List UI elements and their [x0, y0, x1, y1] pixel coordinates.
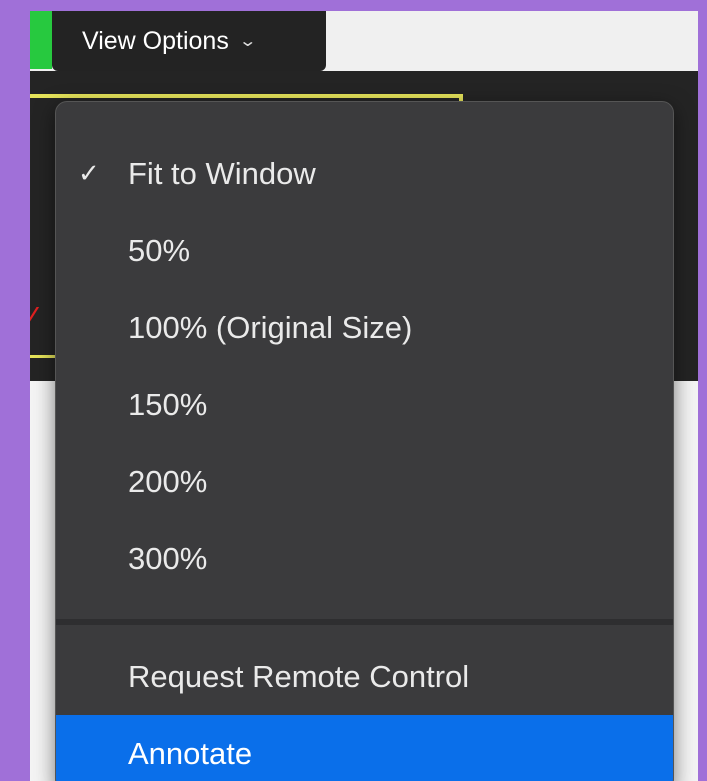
checkmark-icon: ✓: [78, 158, 100, 188]
menu-separator: [56, 619, 673, 625]
view-options-label: View Options: [82, 26, 229, 55]
view-options-menu: ✓ Fit to Window 50% 100% (Original Size)…: [55, 101, 674, 781]
menu-item-label: Annotate: [128, 735, 253, 771]
share-border-top: [30, 94, 463, 98]
menu-item-annotate[interactable]: Annotate: [56, 715, 673, 781]
menu-item-label: 300%: [128, 540, 208, 576]
view-options-button[interactable]: View Options ⌄: [52, 11, 326, 71]
menu-item-label: 200%: [128, 463, 208, 499]
menu-item-fit-to-window[interactable]: ✓ Fit to Window: [56, 135, 673, 212]
menu-item-300-percent[interactable]: 300%: [56, 520, 673, 597]
menu-item-200-percent[interactable]: 200%: [56, 443, 673, 520]
menu-item-label: 150%: [128, 386, 208, 422]
menu-item-label: 100% (Original Size): [128, 309, 413, 345]
menu-item-100-percent[interactable]: 100% (Original Size): [56, 289, 673, 366]
menu-item-label: Fit to Window: [128, 155, 316, 191]
meeting-window: View Options ⌄ ⁄ ✓ Fit to Window 50% 100…: [30, 11, 698, 781]
muted-mic-icon: ⁄: [30, 301, 35, 331]
menu-item-label: 50%: [128, 232, 191, 268]
menu-item-50-percent[interactable]: 50%: [56, 212, 673, 289]
menu-item-request-remote-control[interactable]: Request Remote Control: [56, 638, 673, 715]
menu-item-150-percent[interactable]: 150%: [56, 366, 673, 443]
chevron-down-icon: ⌄: [238, 33, 257, 50]
menu-item-label: Request Remote Control: [128, 658, 470, 694]
green-share-indicator: [30, 11, 52, 69]
